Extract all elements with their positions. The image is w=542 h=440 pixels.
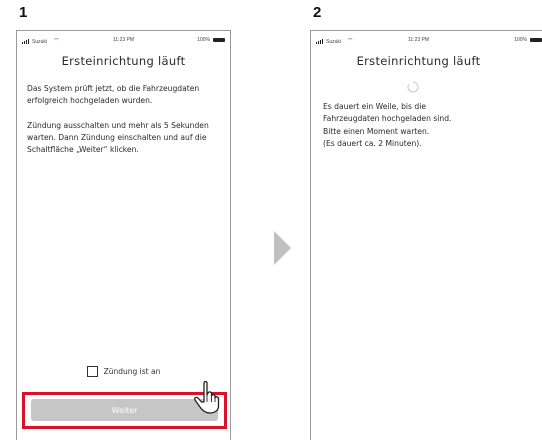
ignition-checkbox[interactable] bbox=[86, 366, 98, 377]
wait-message-line-4: (Es dauert ca. 2 Minuten). bbox=[323, 138, 422, 148]
step-number-2: 2 bbox=[313, 4, 322, 21]
weiter-button[interactable]: Weiter bbox=[31, 399, 218, 421]
phone-screen-step-2: Suzuki ⌔ 11:23 PM 100% Ersteinrichtung l… bbox=[310, 30, 542, 440]
ignition-checkbox-label: Zündung ist an bbox=[103, 367, 161, 376]
battery-percent: 100% bbox=[197, 37, 210, 43]
ignition-checkbox-row[interactable]: Zündung ist an bbox=[17, 366, 230, 377]
battery-icon bbox=[530, 38, 542, 42]
step-number-1: 1 bbox=[19, 4, 28, 21]
instruction-paragraph-1: Das System prüft jetzt, ob die Fahrzeugd… bbox=[27, 84, 200, 106]
page-title: Ersteinrichtung läuft bbox=[61, 54, 186, 68]
battery-percent: 100% bbox=[514, 37, 527, 43]
wait-message-line-1: Es dauert ein Weile, bis die bbox=[323, 102, 427, 111]
instruction-paragraph-2: Zündung ausschalten und mehr als 5 Sekun… bbox=[27, 120, 209, 155]
phone-screen-step-1: Suzuki ⌔ 11:23 PM 100% Ersteinrichtung l… bbox=[16, 30, 231, 440]
status-time: 11:23 PM bbox=[407, 37, 430, 43]
arrow-right-icon bbox=[274, 231, 291, 265]
loading-spinner-icon bbox=[407, 81, 419, 93]
status-bar: Suzuki ⌔ 11:23 PM 100% bbox=[17, 31, 230, 47]
status-bar: Suzuki ⌔ 11:23 PM 100% bbox=[311, 31, 542, 47]
wait-message-line-3: Bitte einen Moment warten. bbox=[323, 126, 430, 136]
page-title: Ersteinrichtung läuft bbox=[356, 54, 481, 68]
wait-message-line-2: Fahrzeugdaten hochgeladen sind. bbox=[323, 114, 452, 124]
battery-icon bbox=[213, 38, 225, 42]
hand-pointer-icon bbox=[194, 380, 220, 414]
